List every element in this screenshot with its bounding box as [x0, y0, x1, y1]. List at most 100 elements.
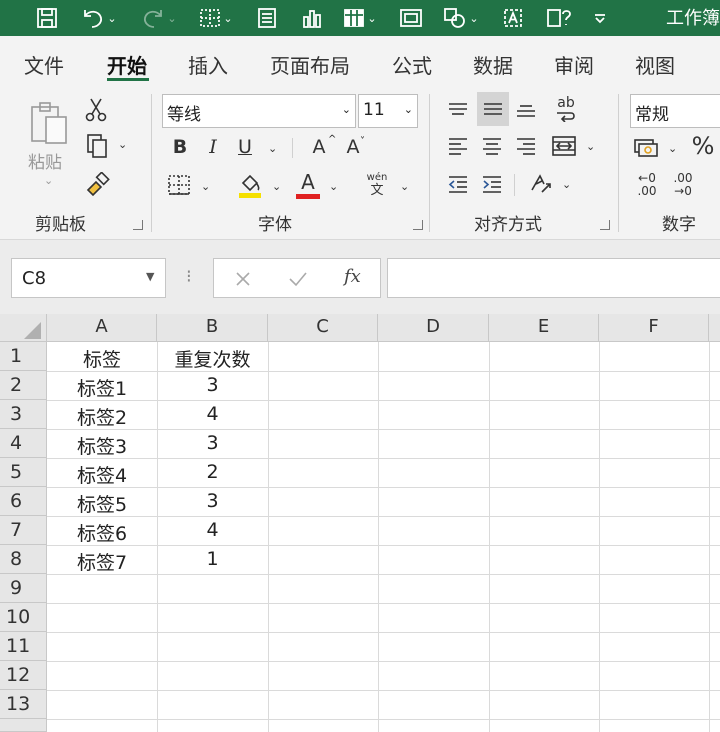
accounting-dropdown[interactable]: ⌄ [668, 142, 677, 155]
cell-a3[interactable]: 标签2 [47, 400, 157, 429]
column-header-a[interactable]: A [47, 314, 157, 342]
customize-icon[interactable] [590, 3, 610, 33]
row-header[interactable]: 4 [0, 429, 47, 458]
textbox-icon[interactable] [498, 3, 528, 33]
phonetic-button[interactable]: wén 文 [362, 170, 392, 200]
font-color-button[interactable]: A [294, 170, 322, 200]
font-name-select[interactable]: 等线 ⌄ [162, 94, 356, 128]
underline-dropdown[interactable]: ⌄ [268, 142, 277, 155]
align-center-icon[interactable] [478, 132, 506, 160]
shapes-icon[interactable]: ⌄ [437, 3, 485, 33]
cell-a4[interactable]: 标签3 [47, 429, 157, 458]
grow-font-button[interactable]: A [308, 134, 330, 160]
paste-dropdown[interactable]: ⌄ [44, 174, 53, 187]
font-size-select[interactable]: 11 ⌄ [358, 94, 418, 128]
redo-icon[interactable]: ⌄ [136, 3, 182, 33]
underline-button[interactable]: U [235, 134, 255, 160]
row-header[interactable]: 13 [0, 690, 47, 719]
tab-data[interactable]: 数据 [473, 50, 513, 79]
orientation-icon[interactable] [526, 170, 556, 198]
tab-file[interactable]: 文件 [24, 50, 64, 79]
italic-button[interactable]: I [203, 134, 223, 160]
row-header[interactable]: 12 [0, 661, 47, 690]
column-header-d[interactable]: D [378, 314, 489, 342]
row-header[interactable]: 7 [0, 516, 47, 545]
tab-page-layout[interactable]: 页面布局 [270, 50, 350, 79]
cell-a8[interactable]: 标签7 [47, 545, 157, 574]
phonetic-dropdown[interactable]: ⌄ [400, 180, 409, 193]
align-right-icon[interactable] [512, 132, 540, 160]
borders-button-icon[interactable] [165, 172, 193, 198]
enter-icon[interactable] [286, 268, 310, 290]
align-bottom-icon[interactable] [512, 96, 540, 124]
cancel-icon[interactable] [232, 268, 254, 290]
cell-b1[interactable]: 重复次数 [157, 342, 268, 371]
decrease-indent-icon[interactable] [444, 170, 472, 198]
row-header[interactable] [0, 719, 47, 732]
save-icon[interactable] [32, 3, 62, 33]
cell-a1[interactable]: 标签 [47, 342, 157, 371]
paste-label[interactable]: 粘贴 [28, 148, 62, 173]
align-left-icon[interactable] [444, 132, 472, 160]
formula-input[interactable] [387, 258, 720, 298]
row-header[interactable]: 2 [0, 371, 47, 400]
alignment-launcher-icon[interactable] [600, 220, 610, 230]
row-header[interactable]: 5 [0, 458, 47, 487]
row-header[interactable]: 11 [0, 632, 47, 661]
formula-bar-grip[interactable]: ⁝ [186, 266, 192, 287]
chart-icon[interactable] [297, 3, 327, 33]
name-box-dropdown[interactable]: ▼ [146, 270, 154, 283]
accounting-format-icon[interactable] [632, 134, 662, 160]
font-color-dropdown[interactable]: ⌄ [329, 180, 338, 193]
column-header-f[interactable]: F [599, 314, 709, 342]
cell-b7[interactable]: 4 [157, 516, 268, 545]
borders-dropdown[interactable]: ⌄ [201, 180, 210, 193]
align-top-icon[interactable] [444, 96, 472, 124]
fill-color-icon[interactable] [236, 170, 264, 200]
column-header-b[interactable]: B [157, 314, 268, 342]
merge-dropdown[interactable]: ⌄ [586, 140, 595, 153]
percent-button[interactable]: % [688, 130, 718, 162]
row-header[interactable]: 10 [0, 603, 47, 632]
select-all-button[interactable] [0, 314, 47, 342]
screenshot-icon[interactable] [396, 3, 426, 33]
align-middle-icon[interactable] [477, 92, 509, 126]
decrease-decimal-button[interactable]: .00 →0 [668, 170, 698, 200]
row-header[interactable]: 6 [0, 487, 47, 516]
tab-home[interactable]: 开始 [107, 50, 147, 79]
increase-decimal-button[interactable]: ←0 .00 [632, 170, 662, 200]
table-icon[interactable]: ⌄ [336, 3, 384, 33]
cut-icon[interactable] [84, 96, 108, 124]
form-icon[interactable] [252, 3, 282, 33]
orientation-dropdown[interactable]: ⌄ [562, 178, 571, 191]
cell-b4[interactable]: 3 [157, 429, 268, 458]
cell-b6[interactable]: 3 [157, 487, 268, 516]
tab-insert[interactable]: 插入 [188, 50, 228, 79]
copy-dropdown[interactable]: ⌄ [118, 138, 127, 151]
row-header[interactable]: 1 [0, 342, 47, 371]
column-header-c[interactable]: C [268, 314, 378, 342]
borders-icon[interactable]: ⌄ [193, 3, 239, 33]
cell-b3[interactable]: 4 [157, 400, 268, 429]
undo-icon[interactable]: ⌄ [76, 3, 122, 33]
fill-color-dropdown[interactable]: ⌄ [272, 180, 281, 193]
cell-b2[interactable]: 3 [157, 371, 268, 400]
cell-a2[interactable]: 标签1 [47, 371, 157, 400]
tab-view[interactable]: 视图 [635, 50, 675, 79]
row-header[interactable]: 3 [0, 400, 47, 429]
cell-a5[interactable]: 标签4 [47, 458, 157, 487]
help-icon[interactable] [542, 3, 576, 33]
row-header[interactable]: 8 [0, 545, 47, 574]
cell-b8[interactable]: 1 [157, 545, 268, 574]
number-format-select[interactable]: 常规 [630, 94, 720, 128]
tab-review[interactable]: 审阅 [554, 50, 594, 79]
bold-button[interactable]: B [170, 134, 190, 160]
column-header-e[interactable]: E [489, 314, 599, 342]
format-painter-icon[interactable] [84, 170, 112, 198]
clipboard-launcher-icon[interactable] [133, 220, 143, 230]
copy-icon[interactable] [84, 132, 110, 160]
insert-function-button[interactable]: fx [344, 266, 361, 287]
name-box[interactable]: C8 [11, 258, 166, 298]
tab-formulas[interactable]: 公式 [392, 50, 432, 79]
font-launcher-icon[interactable] [413, 220, 423, 230]
